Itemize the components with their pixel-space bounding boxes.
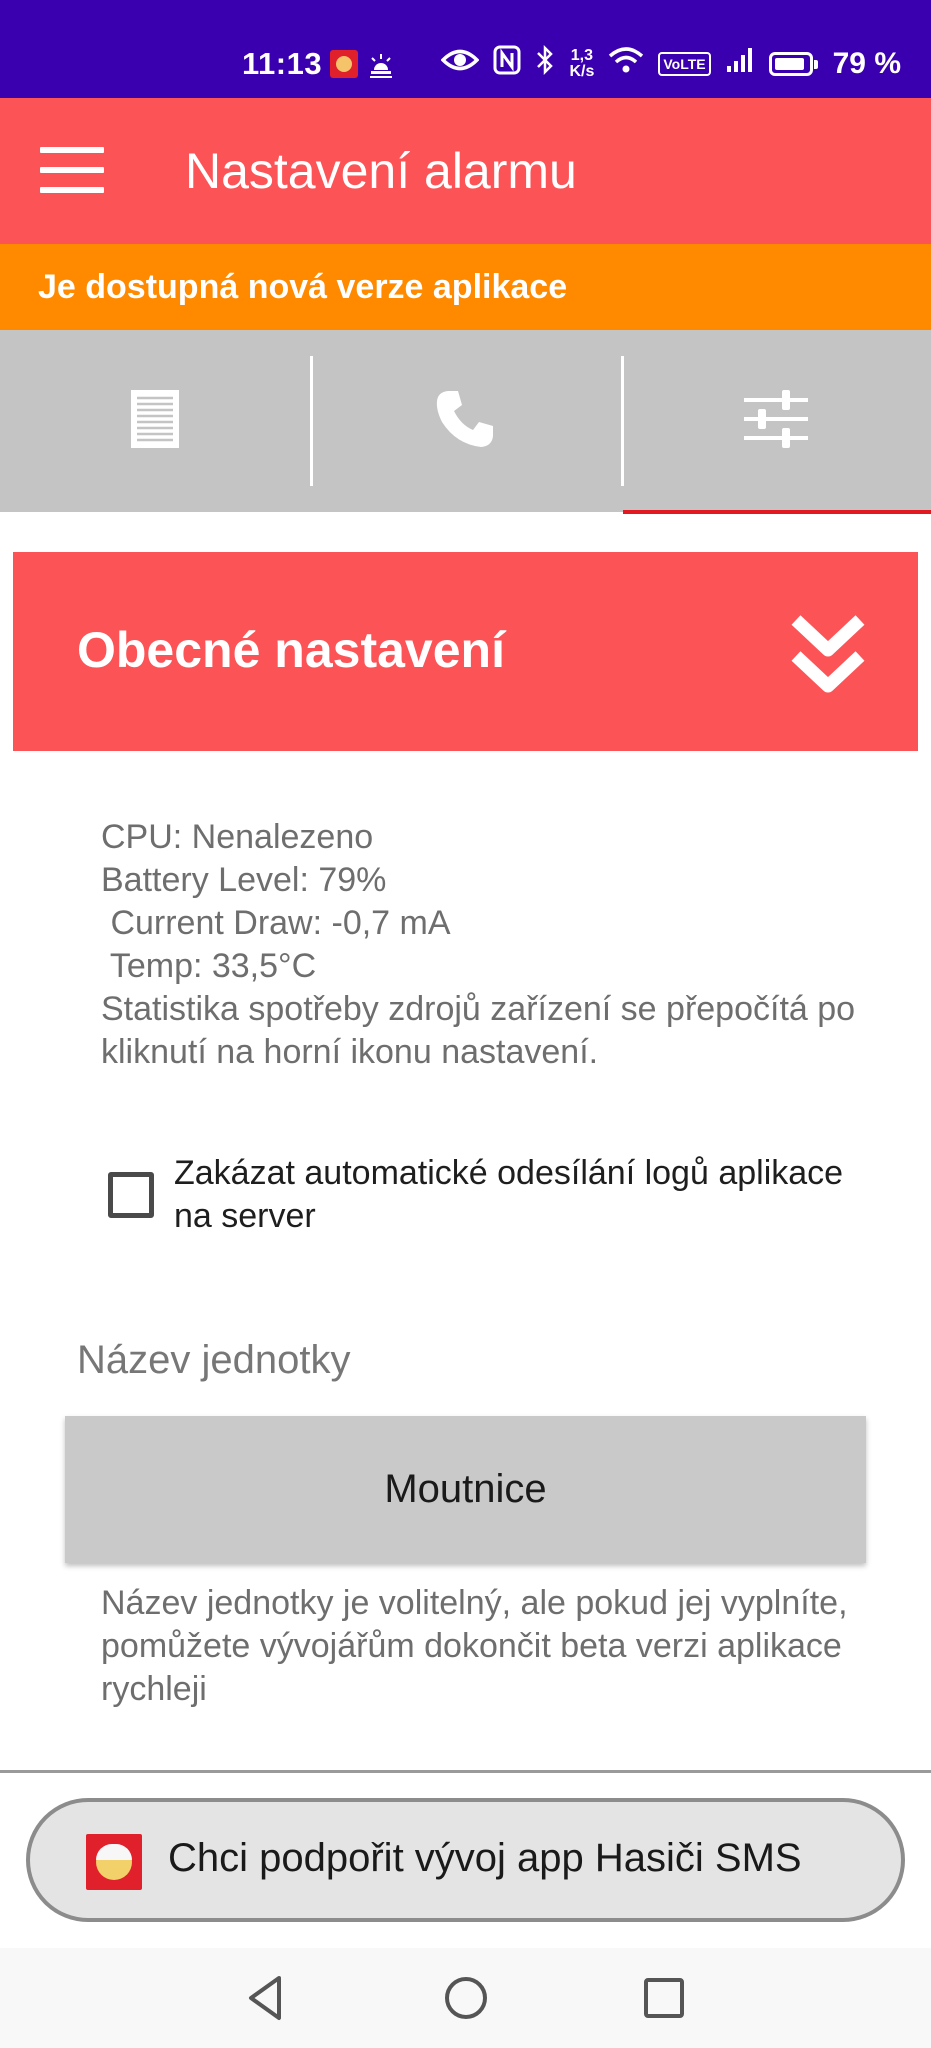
- sliders-icon: [743, 388, 808, 455]
- document-icon: [131, 389, 180, 453]
- status-time: 11:13: [242, 46, 323, 81]
- update-available-banner[interactable]: Je dostupná nová verze aplikace: [0, 244, 931, 330]
- phone-icon: [434, 388, 496, 455]
- net-speed-unit: K/s: [569, 63, 595, 80]
- net-speed-value: 1,3: [570, 47, 594, 64]
- menu-icon[interactable]: [40, 147, 104, 193]
- support-button-label: Chci podpořit vývoj app Hasiči SMS: [168, 1836, 802, 1880]
- tab-divider: [310, 356, 314, 486]
- back-icon[interactable]: [239, 1970, 295, 2026]
- app-bar: Nastavení alarmu: [0, 98, 931, 244]
- wifi-icon: [608, 46, 644, 82]
- unit-name-label: Název jednotky: [77, 1338, 351, 1382]
- volte-badge: VoLTE: [658, 52, 711, 76]
- nfc-icon: [493, 45, 521, 83]
- double-chevron-down-icon[interactable]: [790, 612, 866, 698]
- hasici-sms-app-icon: [86, 1834, 142, 1890]
- unit-name-help: Název jednotky je volitelný, ale pokud j…: [101, 1584, 848, 1708]
- stats-note: Statistika spotřeby zdrojů zařízení se p…: [101, 990, 856, 1071]
- tab-settings[interactable]: [620, 330, 931, 514]
- app-notification-icon: [330, 50, 358, 78]
- battery-level-info: Battery Level: 79%: [101, 861, 387, 899]
- support-development-button[interactable]: Chci podpořit vývoj app Hasiči SMS: [26, 1798, 905, 1922]
- disable-log-upload-label: Zakázat automatické odesílání logů aplik…: [174, 1154, 844, 1235]
- battery-icon: [768, 52, 818, 76]
- bluetooth-icon: [535, 44, 555, 84]
- recent-apps-icon[interactable]: [636, 1970, 692, 2026]
- tab-log[interactable]: [0, 330, 310, 512]
- general-settings-header[interactable]: Obecné nastavení: [13, 552, 918, 751]
- eye-icon: [440, 47, 480, 81]
- unit-name-input[interactable]: Moutnice: [65, 1416, 866, 1563]
- status-icons: 1,3 K/s VoLTE 79 %: [440, 44, 901, 84]
- signal-icon: [725, 46, 755, 82]
- disable-log-upload-checkbox[interactable]: [108, 1172, 154, 1218]
- divider: [0, 1770, 931, 1773]
- system-nav-bar: [0, 1948, 931, 2048]
- temperature-info: Temp: 33,5°C: [101, 947, 317, 985]
- battery-percent: 79 %: [832, 47, 901, 80]
- alarm-light-icon: [366, 50, 396, 80]
- tab-bar: [0, 330, 931, 514]
- device-info: CPU: Nenalezeno Battery Level: 79% Curre…: [101, 816, 861, 1074]
- net-speed: 1,3 K/s: [569, 48, 594, 80]
- cpu-info: CPU: Nenalezeno: [101, 818, 374, 856]
- tab-phone[interactable]: [310, 330, 620, 512]
- disable-log-upload-row[interactable]: Zakázat automatické odesílání logů aplik…: [108, 1152, 868, 1238]
- page-title: Nastavení alarmu: [185, 143, 577, 199]
- current-draw-info: Current Draw: -0,7 mA: [101, 904, 451, 942]
- section-title: Obecné nastavení: [77, 622, 505, 678]
- home-icon[interactable]: [438, 1970, 494, 2026]
- tab-divider: [620, 356, 624, 486]
- status-bar: 11:13 1,3 K/s VoLTE 79 %: [0, 0, 931, 98]
